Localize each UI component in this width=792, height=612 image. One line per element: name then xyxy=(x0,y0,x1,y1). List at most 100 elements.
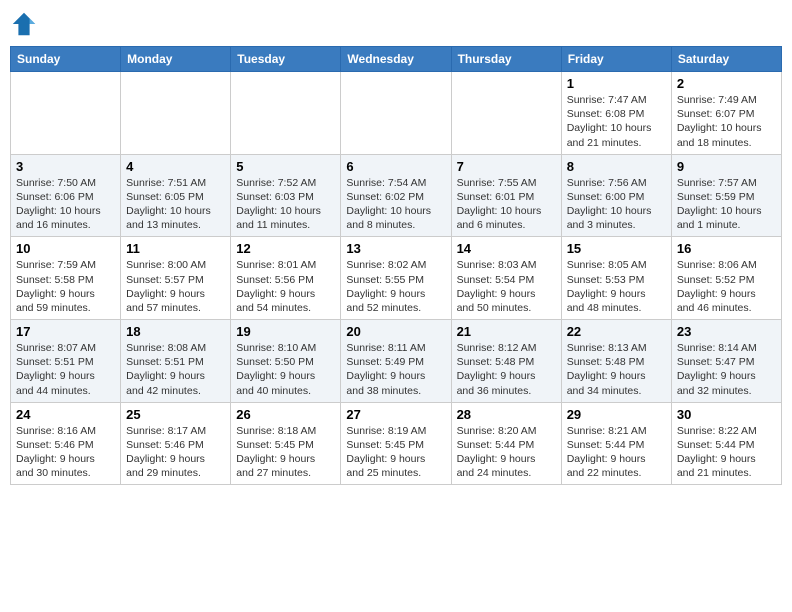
page-header xyxy=(10,10,782,38)
day-number: 12 xyxy=(236,241,335,256)
day-number: 14 xyxy=(457,241,556,256)
day-info: Sunrise: 8:07 AM Sunset: 5:51 PM Dayligh… xyxy=(16,341,115,398)
day-number: 6 xyxy=(346,159,445,174)
day-info: Sunrise: 8:03 AM Sunset: 5:54 PM Dayligh… xyxy=(457,258,556,315)
day-info: Sunrise: 8:22 AM Sunset: 5:44 PM Dayligh… xyxy=(677,424,776,481)
weekday-header-monday: Monday xyxy=(121,47,231,72)
calendar-cell: 11 Sunrise: 8:00 AM Sunset: 5:57 PM Dayli… xyxy=(121,237,231,320)
day-number: 11 xyxy=(126,241,225,256)
day-number: 20 xyxy=(346,324,445,339)
calendar-cell: 27Sunrise: 8:19 AM Sunset: 5:45 PM Dayli… xyxy=(341,402,451,485)
day-info: Sunrise: 7:59 AM Sunset: 5:58 PM Dayligh… xyxy=(16,258,115,315)
calendar-cell xyxy=(121,72,231,155)
day-info: Sunrise: 8:01 AM Sunset: 5:56 PM Dayligh… xyxy=(236,258,335,315)
calendar-cell: 26Sunrise: 8:18 AM Sunset: 5:45 PM Dayli… xyxy=(231,402,341,485)
day-number: 16 xyxy=(677,241,776,256)
day-number: 10 xyxy=(16,241,115,256)
weekday-header-saturday: Saturday xyxy=(671,47,781,72)
day-number: 15 xyxy=(567,241,666,256)
weekday-header-sunday: Sunday xyxy=(11,47,121,72)
day-info: Sunrise: 7:57 AM Sunset: 5:59 PM Dayligh… xyxy=(677,176,776,233)
calendar-cell: 30 Sunrise: 8:22 AM Sunset: 5:44 PM Dayli… xyxy=(671,402,781,485)
day-number: 27 xyxy=(346,407,445,422)
calendar-cell: 22 Sunrise: 8:13 AM Sunset: 5:48 PM Dayli… xyxy=(561,320,671,403)
day-info: Sunrise: 8:11 AM Sunset: 5:49 PM Dayligh… xyxy=(346,341,445,398)
day-number: 18 xyxy=(126,324,225,339)
day-info: Sunrise: 8:00 AM Sunset: 5:57 PM Dayligh… xyxy=(126,258,225,315)
day-number: 3 xyxy=(16,159,115,174)
calendar-cell: 5 Sunrise: 7:52 AM Sunset: 6:03 PM Daylig… xyxy=(231,154,341,237)
calendar-cell: 15 Sunrise: 8:05 AM Sunset: 5:53 PM Dayli… xyxy=(561,237,671,320)
calendar-cell: 20 Sunrise: 8:11 AM Sunset: 5:49 PM Dayli… xyxy=(341,320,451,403)
calendar-cell: 18 Sunrise: 8:08 AM Sunset: 5:51 PM Dayli… xyxy=(121,320,231,403)
day-number: 4 xyxy=(126,159,225,174)
calendar-cell xyxy=(451,72,561,155)
day-info: Sunrise: 8:08 AM Sunset: 5:51 PM Dayligh… xyxy=(126,341,225,398)
day-info: Sunrise: 8:06 AM Sunset: 5:52 PM Dayligh… xyxy=(677,258,776,315)
calendar-cell: 16 Sunrise: 8:06 AM Sunset: 5:52 PM Dayli… xyxy=(671,237,781,320)
day-number: 29 xyxy=(567,407,666,422)
calendar-cell: 21 Sunrise: 8:12 AM Sunset: 5:48 PM Dayli… xyxy=(451,320,561,403)
day-number: 22 xyxy=(567,324,666,339)
day-info: Sunrise: 8:21 AM Sunset: 5:44 PM Dayligh… xyxy=(567,424,666,481)
weekday-header-friday: Friday xyxy=(561,47,671,72)
day-number: 17 xyxy=(16,324,115,339)
day-number: 1 xyxy=(567,76,666,91)
day-number: 28 xyxy=(457,407,556,422)
day-number: 25 xyxy=(126,407,225,422)
day-info: Sunrise: 7:55 AM Sunset: 6:01 PM Dayligh… xyxy=(457,176,556,233)
day-info: Sunrise: 7:47 AM Sunset: 6:08 PM Dayligh… xyxy=(567,93,666,150)
calendar-cell: 8 Sunrise: 7:56 AM Sunset: 6:00 PM Daylig… xyxy=(561,154,671,237)
day-info: Sunrise: 8:20 AM Sunset: 5:44 PM Dayligh… xyxy=(457,424,556,481)
day-info: Sunrise: 8:10 AM Sunset: 5:50 PM Dayligh… xyxy=(236,341,335,398)
calendar-cell: 29 Sunrise: 8:21 AM Sunset: 5:44 PM Dayli… xyxy=(561,402,671,485)
calendar-cell: 9 Sunrise: 7:57 AM Sunset: 5:59 PM Daylig… xyxy=(671,154,781,237)
day-info: Sunrise: 7:52 AM Sunset: 6:03 PM Dayligh… xyxy=(236,176,335,233)
calendar-cell: 24 Sunrise: 8:16 AM Sunset: 5:46 PM Dayli… xyxy=(11,402,121,485)
calendar-cell: 17 Sunrise: 8:07 AM Sunset: 5:51 PM Dayli… xyxy=(11,320,121,403)
calendar-cell: 2 Sunrise: 7:49 AM Sunset: 6:07 PM Daylig… xyxy=(671,72,781,155)
logo xyxy=(10,10,42,38)
calendar-table: SundayMondayTuesdayWednesdayThursdayFrid… xyxy=(10,46,782,485)
day-info: Sunrise: 7:51 AM Sunset: 6:05 PM Dayligh… xyxy=(126,176,225,233)
day-number: 8 xyxy=(567,159,666,174)
weekday-header-tuesday: Tuesday xyxy=(231,47,341,72)
day-info: Sunrise: 8:13 AM Sunset: 5:48 PM Dayligh… xyxy=(567,341,666,398)
day-number: 2 xyxy=(677,76,776,91)
day-number: 9 xyxy=(677,159,776,174)
day-number: 30 xyxy=(677,407,776,422)
logo-icon xyxy=(10,10,38,38)
day-info: Sunrise: 7:54 AM Sunset: 6:02 PM Dayligh… xyxy=(346,176,445,233)
day-number: 24 xyxy=(16,407,115,422)
calendar-cell: 1 Sunrise: 7:47 AM Sunset: 6:08 PM Daylig… xyxy=(561,72,671,155)
day-info: Sunrise: 7:56 AM Sunset: 6:00 PM Dayligh… xyxy=(567,176,666,233)
day-info: Sunrise: 7:50 AM Sunset: 6:06 PM Dayligh… xyxy=(16,176,115,233)
day-number: 23 xyxy=(677,324,776,339)
calendar-cell: 12 Sunrise: 8:01 AM Sunset: 5:56 PM Dayli… xyxy=(231,237,341,320)
calendar-cell: 3 Sunrise: 7:50 AM Sunset: 6:06 PM Daylig… xyxy=(11,154,121,237)
calendar-cell: 4 Sunrise: 7:51 AM Sunset: 6:05 PM Daylig… xyxy=(121,154,231,237)
day-number: 13 xyxy=(346,241,445,256)
day-number: 5 xyxy=(236,159,335,174)
day-number: 19 xyxy=(236,324,335,339)
calendar-cell: 14 Sunrise: 8:03 AM Sunset: 5:54 PM Dayli… xyxy=(451,237,561,320)
calendar-cell xyxy=(341,72,451,155)
weekday-header-thursday: Thursday xyxy=(451,47,561,72)
day-number: 21 xyxy=(457,324,556,339)
calendar-cell: 7 Sunrise: 7:55 AM Sunset: 6:01 PM Daylig… xyxy=(451,154,561,237)
day-info: Sunrise: 7:49 AM Sunset: 6:07 PM Dayligh… xyxy=(677,93,776,150)
day-info: Sunrise: 8:16 AM Sunset: 5:46 PM Dayligh… xyxy=(16,424,115,481)
calendar-cell: 6 Sunrise: 7:54 AM Sunset: 6:02 PM Daylig… xyxy=(341,154,451,237)
calendar-cell: 25 Sunrise: 8:17 AM Sunset: 5:46 PM Dayli… xyxy=(121,402,231,485)
day-info: Sunrise: 8:02 AM Sunset: 5:55 PM Dayligh… xyxy=(346,258,445,315)
calendar-cell: 13 Sunrise: 8:02 AM Sunset: 5:55 PM Dayli… xyxy=(341,237,451,320)
day-info: Sunrise: 8:12 AM Sunset: 5:48 PM Dayligh… xyxy=(457,341,556,398)
day-info: Sunrise: 8:18 AM Sunset: 5:45 PM Dayligh… xyxy=(236,424,335,481)
day-number: 7 xyxy=(457,159,556,174)
day-info: Sunrise: 8:05 AM Sunset: 5:53 PM Dayligh… xyxy=(567,258,666,315)
day-info: Sunrise: 8:14 AM Sunset: 5:47 PM Dayligh… xyxy=(677,341,776,398)
calendar-cell xyxy=(231,72,341,155)
calendar-cell: 28 Sunrise: 8:20 AM Sunset: 5:44 PM Dayli… xyxy=(451,402,561,485)
calendar-cell: 19 Sunrise: 8:10 AM Sunset: 5:50 PM Dayli… xyxy=(231,320,341,403)
day-info: Sunrise: 8:17 AM Sunset: 5:46 PM Dayligh… xyxy=(126,424,225,481)
